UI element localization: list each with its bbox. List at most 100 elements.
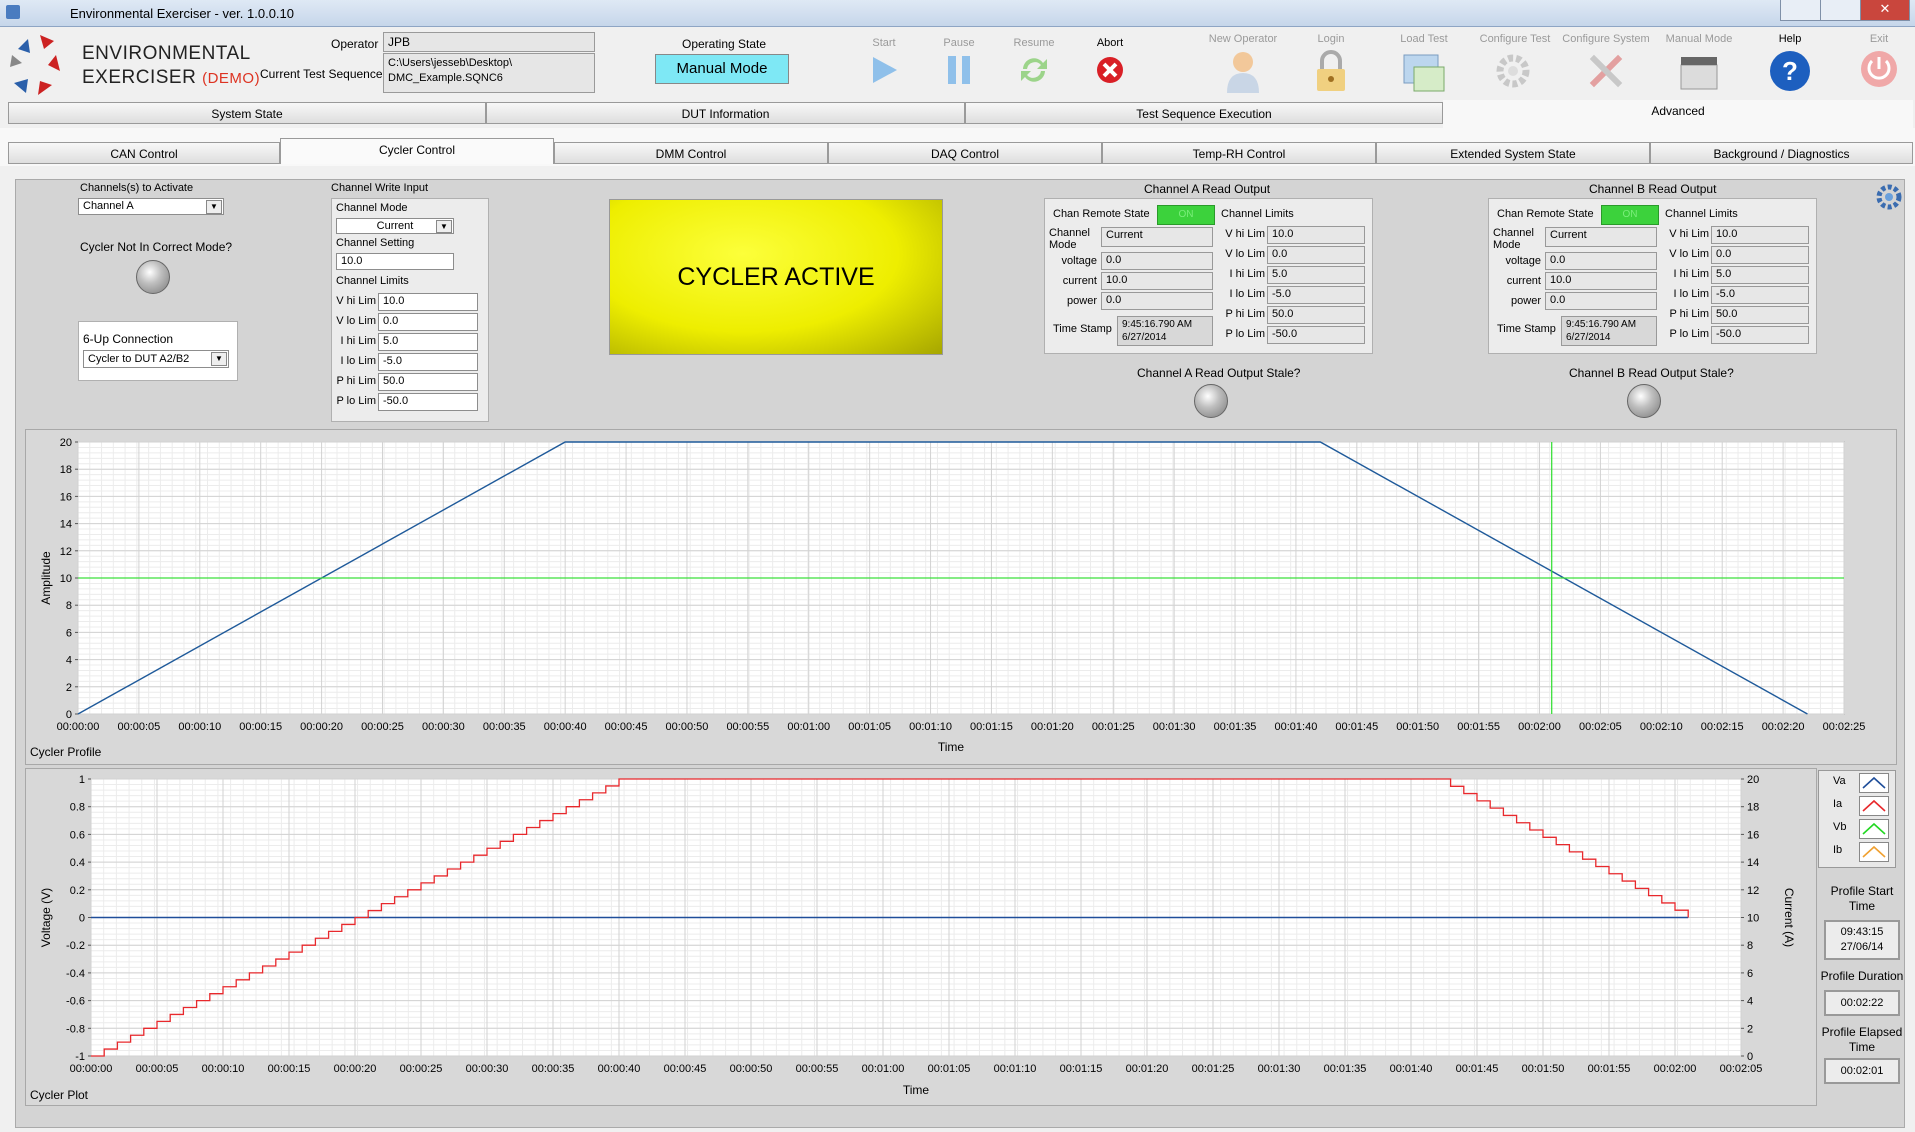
- sixup-dropdown[interactable]: Cycler to DUT A2/B2 ▼: [83, 350, 229, 368]
- title-bar: Environmental Exerciser - ver. 1.0.0.10 …: [0, 0, 1915, 27]
- state-label: Operating State: [682, 37, 767, 51]
- manual-mode-button[interactable]: Manual Mode: [1660, 33, 1738, 96]
- login-button[interactable]: Login: [1306, 33, 1356, 96]
- tab-advanced[interactable]: Advanced: [1443, 100, 1913, 128]
- x-tick-label: 00:00:55: [726, 721, 769, 733]
- x-tick-label: 00:01:50: [1522, 1063, 1565, 1075]
- user-icon: [1227, 52, 1259, 93]
- abort-button[interactable]: Abort: [1085, 37, 1135, 90]
- profile-duration-label: Profile Duration: [1820, 969, 1904, 983]
- write-limits-label: Channel Limits: [336, 275, 409, 287]
- chan-b-p-hi: 50.0: [1711, 306, 1809, 324]
- tab-cycler-control[interactable]: Cycler Control: [280, 138, 554, 164]
- write-v-hi-input[interactable]: 10.0: [378, 293, 478, 311]
- profile-duration-value: 00:02:22: [1824, 990, 1900, 1016]
- lock-icon: [1317, 50, 1345, 91]
- maximize-button[interactable]: [1820, 0, 1862, 21]
- help-button[interactable]: Help ?: [1764, 33, 1816, 96]
- chan-a-voltage-label: voltage: [1061, 255, 1097, 267]
- chan-a-remote-indicator: ON: [1157, 205, 1215, 225]
- channels-dropdown[interactable]: Channel A ▼: [78, 198, 224, 215]
- minimize-button[interactable]: [1780, 0, 1822, 21]
- write-setting-input[interactable]: 10.0: [336, 253, 454, 270]
- y-tick-label: 1: [79, 774, 85, 786]
- limit-label: V lo Lim: [336, 315, 376, 327]
- cycler-status-text: CYCLER ACTIVE: [677, 263, 875, 291]
- chan-b-limits-label: Channel Limits: [1665, 208, 1738, 220]
- limit-label: I hi Lim: [340, 335, 376, 347]
- logo-line1: ENVIRONMENTAL: [82, 43, 251, 64]
- limit-label: P hi Lim: [336, 375, 376, 387]
- chan-b-timestamp: 9:45:16.790 AM 6/27/2014: [1561, 316, 1657, 346]
- x-tick-label: 00:00:55: [796, 1063, 839, 1075]
- pause-button[interactable]: Pause: [933, 37, 985, 90]
- chan-b-i-hi: 5.0: [1711, 266, 1809, 284]
- close-icon: ✕: [1879, 1, 1891, 16]
- x-tick-label: 00:00:35: [532, 1063, 575, 1075]
- chan-a-mode-value: Current: [1101, 227, 1213, 247]
- operator-field: JPB: [383, 32, 595, 52]
- y-tick-label: -0.4: [66, 968, 85, 980]
- logo-icon: [10, 35, 60, 95]
- tab-dut-information[interactable]: DUT Information: [486, 102, 965, 124]
- x-tick-label: 00:00:35: [483, 721, 526, 733]
- chart-caption: Cycler Plot: [30, 1088, 89, 1102]
- app-icon: [6, 5, 20, 19]
- x-tick-label: 00:00:05: [117, 721, 160, 733]
- exit-button[interactable]: Exit: [1854, 33, 1904, 92]
- resume-button[interactable]: Resume: [1007, 37, 1061, 90]
- write-mode-dropdown[interactable]: Current ▼: [336, 218, 454, 234]
- write-v-lo-input[interactable]: 0.0: [378, 313, 478, 331]
- chan-a-timestamp: 9:45:16.790 AM 6/27/2014: [1117, 316, 1213, 346]
- chan-a-remote-label: Chan Remote State: [1053, 208, 1150, 220]
- new-operator-button[interactable]: New Operator: [1205, 33, 1281, 96]
- y-tick-label: 18: [60, 464, 72, 476]
- tab-test-sequence-execution[interactable]: Test Sequence Execution: [965, 102, 1443, 124]
- write-i-lo-input[interactable]: -5.0: [378, 353, 478, 371]
- tab-system-state[interactable]: System State: [8, 102, 486, 124]
- chan-a-voltage-value: 0.0: [1101, 252, 1213, 270]
- x-tick-label: 00:01:25: [1092, 721, 1135, 733]
- tab-can-control[interactable]: CAN Control: [8, 142, 280, 164]
- abort-icon: [1097, 57, 1123, 83]
- write-i-hi-input[interactable]: 5.0: [378, 333, 478, 351]
- tab-daq-control[interactable]: DAQ Control: [828, 142, 1102, 164]
- x-tick-label: 00:01:40: [1390, 1063, 1433, 1075]
- configure-system-button[interactable]: Configure System: [1560, 33, 1652, 96]
- load-test-button[interactable]: Load Test: [1396, 33, 1452, 96]
- y-tick-label: 20: [60, 437, 72, 449]
- x-tick-label: 00:00:20: [334, 1063, 377, 1075]
- y-tick-label: 6: [66, 627, 72, 639]
- sixup-group: 6-Up Connection Cycler to DUT A2/B2 ▼: [78, 321, 238, 381]
- x-tick-label: 00:00:30: [422, 721, 465, 733]
- profile-elapsed-label: Profile Elapsed Time: [1821, 1025, 1903, 1054]
- write-group: Channel Mode Current ▼ Channel Setting 1…: [331, 198, 489, 422]
- x-tick-label: 00:02:00: [1654, 1063, 1697, 1075]
- x-tick-label: 00:00:15: [268, 1063, 311, 1075]
- pause-icon: [948, 56, 970, 84]
- window-icon: [1403, 54, 1445, 92]
- x-tick-label: 00:01:10: [909, 721, 952, 733]
- chan-b-v-hi: 10.0: [1711, 226, 1809, 244]
- write-mode-label: Channel Mode: [336, 202, 408, 214]
- settings-gear-icon[interactable]: [1874, 182, 1904, 212]
- chan-b-remote-indicator: ON: [1601, 205, 1659, 225]
- chan-b-voltage-label: voltage: [1505, 255, 1541, 267]
- x-tick-label: 00:02:10: [1640, 721, 1683, 733]
- configure-test-button[interactable]: Configure Test: [1475, 33, 1555, 96]
- tab-dmm-control[interactable]: DMM Control: [554, 142, 828, 164]
- chan-b-power-label: power: [1511, 295, 1541, 307]
- tab-extended-system-state[interactable]: Extended System State: [1376, 142, 1650, 164]
- close-button[interactable]: ✕: [1860, 0, 1910, 21]
- start-button[interactable]: Start: [858, 37, 910, 90]
- write-p-lo-input[interactable]: -50.0: [378, 393, 478, 411]
- tab-background-diagnostics[interactable]: Background / Diagnostics: [1650, 142, 1913, 164]
- write-p-hi-input[interactable]: 50.0: [378, 373, 478, 391]
- tab-temp-rh-control[interactable]: Temp-RH Control: [1102, 142, 1376, 164]
- x-tick-label: 00:00:45: [664, 1063, 707, 1075]
- legend-item: Va: [1819, 771, 1895, 794]
- chan-b-power-value: 0.0: [1545, 292, 1657, 310]
- x-tick-label: 00:01:05: [848, 721, 891, 733]
- window-title: Environmental Exerciser - ver. 1.0.0.10: [70, 6, 294, 21]
- y-right-tick-label: 2: [1747, 1023, 1753, 1035]
